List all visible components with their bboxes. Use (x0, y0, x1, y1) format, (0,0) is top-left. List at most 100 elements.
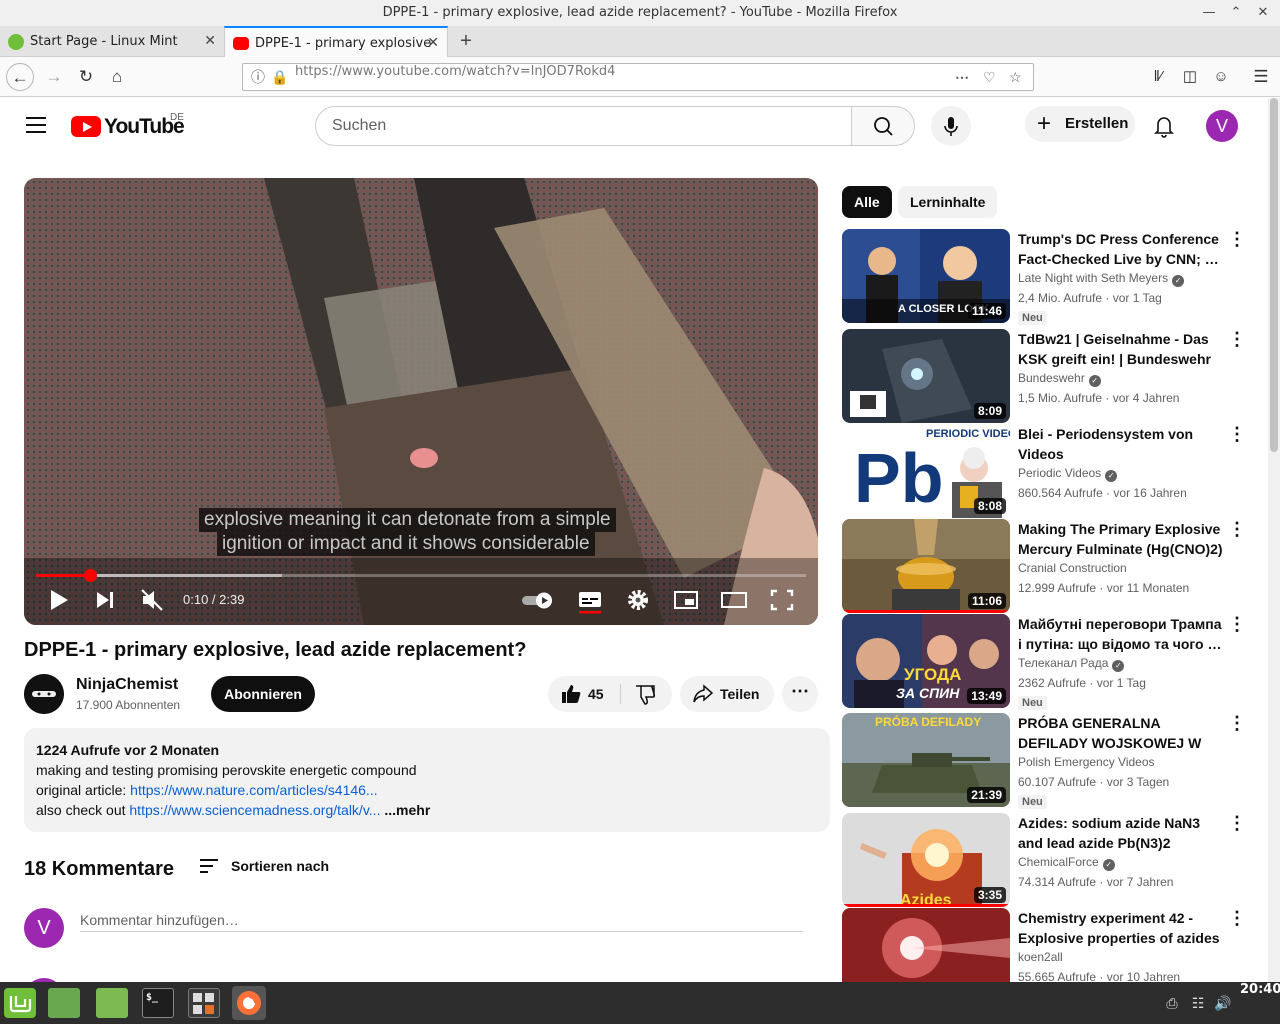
recommendation-channel[interactable]: ChemicalForce ✓ (1018, 855, 1115, 871)
voice-search-button[interactable] (931, 106, 971, 146)
recommendation-item[interactable]: Azides 3:35 Azides: sodium azide NaN3 an… (842, 813, 1262, 907)
nature-article-link[interactable]: https://www.nature.com/articles/s4146... (130, 782, 377, 798)
recommendation-title[interactable]: Chemistry experiment 42 - Explosive prop… (1018, 908, 1224, 948)
recommendation-title[interactable]: PRÓBA GENERALNA DEFILADY WOJSKOWEJ W WAR… (1018, 713, 1224, 753)
search-box[interactable] (315, 106, 852, 146)
video-thumbnail[interactable]: УГОДА ЗА СПИН 13:49 (842, 614, 1010, 708)
search-input[interactable] (316, 107, 851, 145)
reload-button[interactable]: ↻ (72, 63, 100, 91)
description-box[interactable]: 1224 Aufrufe vor 2 Monaten making and te… (24, 728, 830, 832)
chip-all[interactable]: Alle (842, 186, 892, 218)
lock-icon[interactable]: 🔒 (271, 64, 288, 90)
account-icon[interactable]: ☺ (1207, 63, 1235, 91)
recommendation-channel[interactable]: koen2all (1018, 950, 1063, 964)
comment-input[interactable] (80, 908, 803, 932)
video-thumbnail[interactable]: PbPERIODIC VIDEOS 8:08 (842, 424, 1010, 518)
calculator-icon[interactable] (188, 988, 220, 1018)
recommendation-menu-icon[interactable]: ⋮ (1228, 229, 1246, 253)
home-button[interactable]: ⌂ (103, 63, 131, 91)
network-icon[interactable]: ☷ (1189, 994, 1207, 1012)
terminal-icon[interactable]: $_ (142, 988, 174, 1018)
next-icon[interactable] (94, 586, 118, 614)
recommendation-title[interactable]: Майбутні переговори Трампа і путіна: що … (1018, 614, 1224, 654)
video-thumbnail[interactable]: PRÓBA DEFILADY 21:39 (842, 713, 1010, 807)
forward-button[interactable]: → (40, 63, 68, 91)
recommendation-menu-icon[interactable]: ⋮ (1228, 329, 1246, 353)
more-actions-button[interactable]: ⋯ (782, 676, 818, 712)
video-thumbnail[interactable] (842, 908, 1010, 982)
fullscreen-icon[interactable] (769, 586, 795, 614)
recommendation-item[interactable]: A CLOSER LOOK 11:46 Trump's DC Press Con… (842, 229, 1262, 325)
printer-icon[interactable]: ⎙ (1163, 994, 1181, 1012)
subscribe-button[interactable]: Abonnieren (211, 676, 315, 712)
pocket-icon[interactable]: ♡ (983, 64, 996, 90)
video-thumbnail[interactable]: Azides 3:35 (842, 813, 1010, 907)
recommendation-menu-icon[interactable]: ⋮ (1228, 713, 1246, 737)
new-tab-button[interactable]: + (456, 26, 476, 57)
minimize-icon[interactable]: — (1197, 0, 1221, 26)
back-button[interactable]: ← (6, 63, 34, 91)
guide-menu-icon[interactable] (26, 117, 46, 133)
recommendation-menu-icon[interactable]: ⋮ (1228, 813, 1246, 837)
recommendation-channel[interactable]: Periodic Videos ✓ (1018, 466, 1118, 482)
video-player[interactable]: explosive meaning it can detonate from a… (24, 178, 818, 625)
info-icon[interactable]: ⓘ (251, 64, 265, 90)
recommendation-title[interactable]: Making The Primary Explosive Mercury Ful… (1018, 519, 1224, 559)
url-bar[interactable]: ⓘ 🔒 https://www.youtube.com/watch?v=lnJO… (242, 63, 1034, 91)
settings-gear-icon[interactable] (625, 586, 651, 614)
theater-mode-icon[interactable] (721, 586, 747, 614)
close-tab-icon[interactable]: ✕ (204, 26, 216, 57)
maximize-icon[interactable]: ⌃ (1224, 0, 1248, 26)
dislike-button[interactable] (621, 676, 672, 712)
page-actions-icon[interactable]: ⋯ (955, 64, 969, 90)
recommendation-channel[interactable]: Телеканал Рада ✓ (1018, 656, 1125, 672)
like-button[interactable]: 45 (548, 676, 620, 712)
recommendation-title[interactable]: Blei - Periodensystem von Videos (1018, 424, 1224, 464)
close-tab-icon[interactable]: ✕ (427, 28, 439, 57)
sciencemadness-link[interactable]: https://www.sciencemadness.org/talk/v... (129, 802, 380, 818)
tab-youtube[interactable]: DPPE-1 - primary explosive ✕ (224, 26, 448, 57)
recommendation-channel[interactable]: Late Night with Seth Meyers ✓ (1018, 271, 1185, 287)
notifications-button[interactable] (1149, 110, 1179, 140)
recommendation-item[interactable]: PRÓBA DEFILADY 21:39 PRÓBA GENERALNA DEF… (842, 713, 1262, 809)
video-thumbnail[interactable]: 11:06 (842, 519, 1010, 613)
channel-avatar[interactable] (24, 674, 64, 714)
recommendation-item[interactable]: 8:09 TdBw21 | Geiselnahme - Das KSK grei… (842, 329, 1262, 423)
recommendation-menu-icon[interactable]: ⋮ (1228, 908, 1246, 932)
recommendation-item[interactable]: PbPERIODIC VIDEOS 8:08 Blei - Periodensy… (842, 424, 1262, 518)
bookmark-star-icon[interactable]: ☆ (1009, 64, 1022, 90)
files-icon[interactable] (96, 988, 128, 1018)
volume-icon[interactable]: 🔊 (1214, 994, 1232, 1012)
recommendation-item[interactable]: УГОДА ЗА СПИН 13:49 Майбутні переговори Т… (842, 614, 1262, 710)
muted-volume-icon[interactable] (140, 586, 166, 614)
recommendation-channel[interactable]: Bundeswehr ✓ (1018, 371, 1101, 387)
account-avatar[interactable]: V (1206, 110, 1238, 142)
sidebar-icon[interactable]: ◫ (1176, 63, 1204, 91)
tab-start-page[interactable]: Start Page - Linux Mint ✕ (0, 26, 224, 57)
chip-lerninhalte[interactable]: Lerninhalte (898, 186, 998, 218)
video-thumbnail[interactable]: 8:09 (842, 329, 1010, 423)
firefox-taskbar-button[interactable] (232, 986, 266, 1020)
recommendation-title[interactable]: Azides: sodium azide NaN3 and lead azide… (1018, 813, 1224, 853)
play-icon[interactable] (46, 586, 72, 614)
share-button[interactable]: Teilen (680, 676, 774, 712)
scrubber-handle[interactable] (83, 569, 97, 582)
recommendation-menu-icon[interactable]: ⋮ (1228, 424, 1246, 448)
miniplayer-icon[interactable] (673, 586, 699, 614)
scrollbar-thumb[interactable] (1270, 98, 1278, 452)
recommendation-channel[interactable]: Polish Emergency Videos (1018, 755, 1155, 769)
search-button[interactable] (851, 106, 915, 146)
recommendation-menu-icon[interactable]: ⋮ (1228, 519, 1246, 543)
close-window-icon[interactable]: ✕ (1251, 0, 1275, 26)
sort-comments-button[interactable]: Sortieren nach (200, 856, 329, 876)
recommendation-menu-icon[interactable]: ⋮ (1228, 614, 1246, 638)
channel-name[interactable]: NinjaChemist (76, 676, 178, 694)
url-text[interactable]: https://www.youtube.com/watch?v=lnJOD7Ro… (295, 64, 615, 79)
video-thumbnail[interactable]: A CLOSER LOOK 11:46 (842, 229, 1010, 323)
menu-icon[interactable]: ☰ (1247, 63, 1275, 91)
create-button[interactable]: + Erstellen (1025, 106, 1135, 142)
page-scrollbar[interactable] (1268, 98, 1280, 982)
recommendation-channel[interactable]: Cranial Construction (1018, 561, 1127, 575)
recommendation-item[interactable]: Chemistry experiment 42 - Explosive prop… (842, 908, 1262, 982)
progress-bar[interactable] (36, 569, 806, 582)
